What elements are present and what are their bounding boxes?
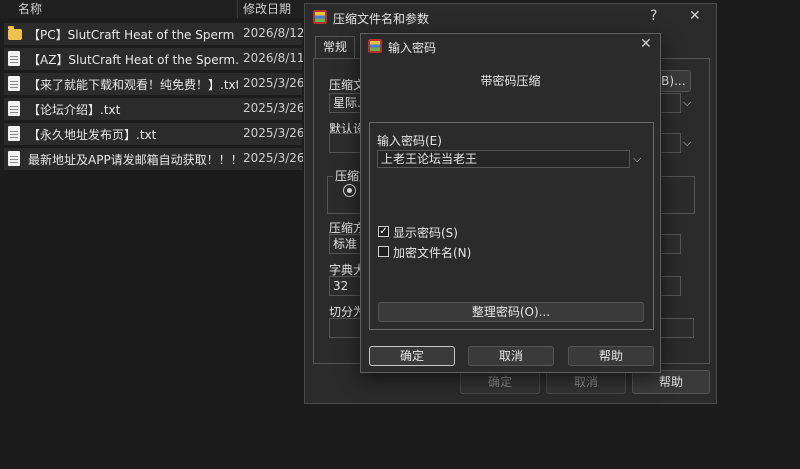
cancel-button[interactable]: 取消 — [468, 346, 554, 366]
ok-button[interactable]: 确定 — [460, 370, 540, 394]
winrar-app-icon — [368, 39, 382, 53]
dialog-heading: 带密码压缩 — [480, 74, 541, 88]
cancel-button[interactable]: 取消 — [546, 370, 626, 394]
password-input-label: 输入密码(E) — [377, 134, 442, 148]
folder-icon — [8, 26, 22, 40]
password-input[interactable]: 上老王论坛当老王 — [377, 150, 630, 168]
file-row[interactable]: 【AZ】SlutCraft Heat of the Sperm.apk 2026… — [4, 48, 303, 70]
encrypt-filenames-label[interactable]: 加密文件名(N) — [393, 244, 471, 261]
file-date: 2025/3/26 1 — [243, 151, 303, 165]
help-button[interactable]: 帮助 — [568, 346, 654, 366]
file-name: 最新地址及APP请发邮箱自动获取！！！.... — [28, 153, 238, 167]
column-divider[interactable] — [237, 0, 238, 18]
encrypt-filenames-checkbox[interactable] — [378, 246, 389, 257]
file-name: 【论坛介绍】.txt — [28, 103, 121, 117]
help-icon[interactable]: ? — [650, 8, 657, 24]
column-name-header[interactable]: 名称 — [18, 0, 42, 17]
file-icon — [8, 76, 20, 91]
file-row[interactable]: 最新地址及APP请发邮箱自动获取！！！.... 2025/3/26 1 — [4, 148, 303, 170]
file-date: 2026/8/11 1 — [243, 51, 303, 65]
file-row[interactable]: 【来了就能下载和观看！纯免费！】.txt 2025/3/26 1 — [4, 73, 303, 95]
organize-passwords-button[interactable]: 整理密码(O)... — [378, 302, 644, 322]
file-date: 2025/3/26 1 — [243, 126, 303, 140]
dialog-title: 输入密码 — [388, 41, 437, 55]
file-row[interactable]: 【PC】SlutCraft Heat of the Sperm 2026/8/1… — [4, 23, 303, 45]
file-row[interactable]: 【永久地址发布页】.txt 2025/3/26 1 — [4, 123, 303, 145]
close-icon[interactable]: ✕ — [689, 8, 701, 24]
file-name: 【PC】SlutCraft Heat of the Sperm — [28, 28, 235, 42]
format-radio[interactable] — [343, 184, 356, 197]
password-dialog: 输入密码 ✕ 带密码压缩 输入密码(E) 上老王论坛当老王 ⌵ ✓ 显示密码(S… — [360, 33, 661, 373]
help-button[interactable]: 帮助 — [632, 370, 710, 394]
chevron-down-icon[interactable]: ⌵ — [633, 152, 641, 166]
radio-dot — [347, 188, 352, 193]
tab-general-label: 常规 — [322, 40, 347, 54]
show-password-label[interactable]: 显示密码(S) — [393, 224, 458, 241]
file-icon — [8, 151, 20, 166]
close-icon[interactable]: ✕ — [640, 36, 652, 52]
ok-button[interactable]: 确定 — [369, 346, 455, 366]
dialog-title: 压缩文件名和参数 — [333, 12, 430, 26]
file-name: 【永久地址发布页】.txt — [28, 128, 157, 142]
file-icon — [8, 51, 20, 66]
file-name: 【AZ】SlutCraft Heat of the Sperm.apk — [28, 53, 238, 67]
show-password-checkbox[interactable]: ✓ — [378, 226, 389, 237]
tab-general[interactable]: 常规 — [315, 36, 355, 58]
explorer-header: 名称 修改日期 — [0, 0, 310, 18]
file-row[interactable]: 【论坛介绍】.txt 2025/3/26 1 — [4, 98, 303, 120]
file-icon — [8, 101, 20, 116]
file-name: 【来了就能下载和观看！纯免费！】.txt — [28, 78, 238, 92]
file-date: 2025/3/26 1 — [243, 76, 303, 90]
chevron-down-icon[interactable]: ⌵ — [683, 96, 691, 110]
chevron-down-icon[interactable]: ⌵ — [683, 136, 691, 150]
file-date: 2025/3/26 1 — [243, 101, 303, 115]
file-date: 2026/8/12 9 — [243, 26, 303, 40]
column-modified-header[interactable]: 修改日期 — [243, 0, 291, 17]
file-icon — [8, 126, 20, 141]
winrar-app-icon — [313, 10, 327, 24]
